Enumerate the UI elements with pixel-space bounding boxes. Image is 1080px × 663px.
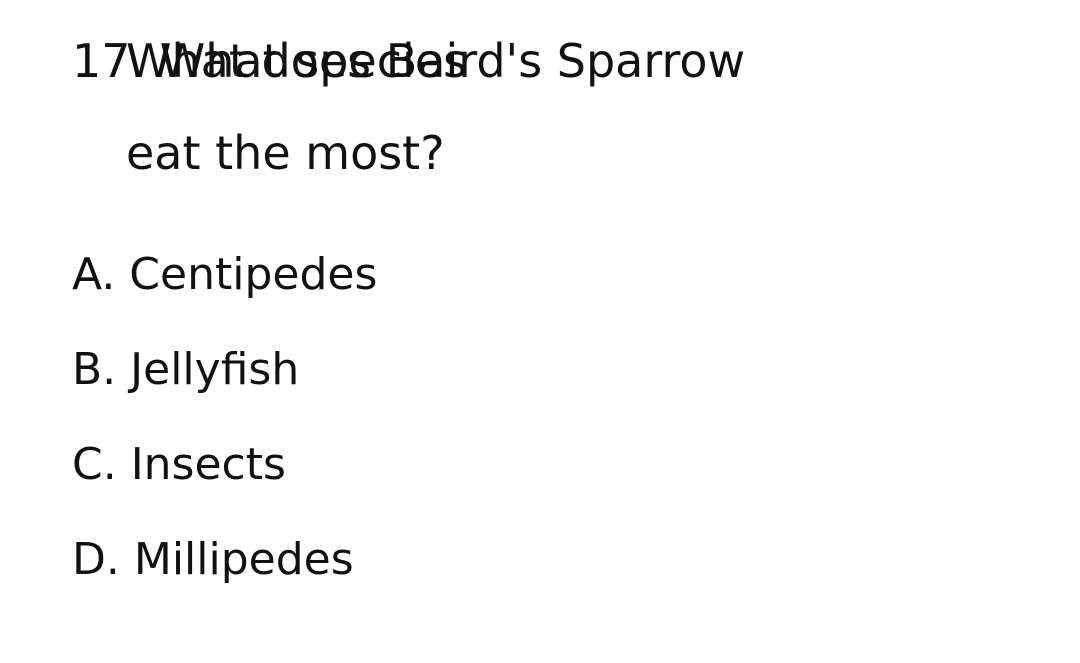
option-b[interactable]: B. Jellyfish	[72, 340, 377, 435]
option-c[interactable]: C. Insects	[72, 435, 377, 530]
answer-options: A. Centipedes B. Jellyfish C. Insects D.…	[72, 245, 377, 625]
option-d[interactable]: D. Millipedes	[72, 530, 377, 625]
option-a[interactable]: A. Centipedes	[72, 245, 377, 340]
question-overlap-b: What does Baird's Sparrow	[126, 34, 746, 88]
question-continuation: eat the most?	[126, 126, 445, 180]
